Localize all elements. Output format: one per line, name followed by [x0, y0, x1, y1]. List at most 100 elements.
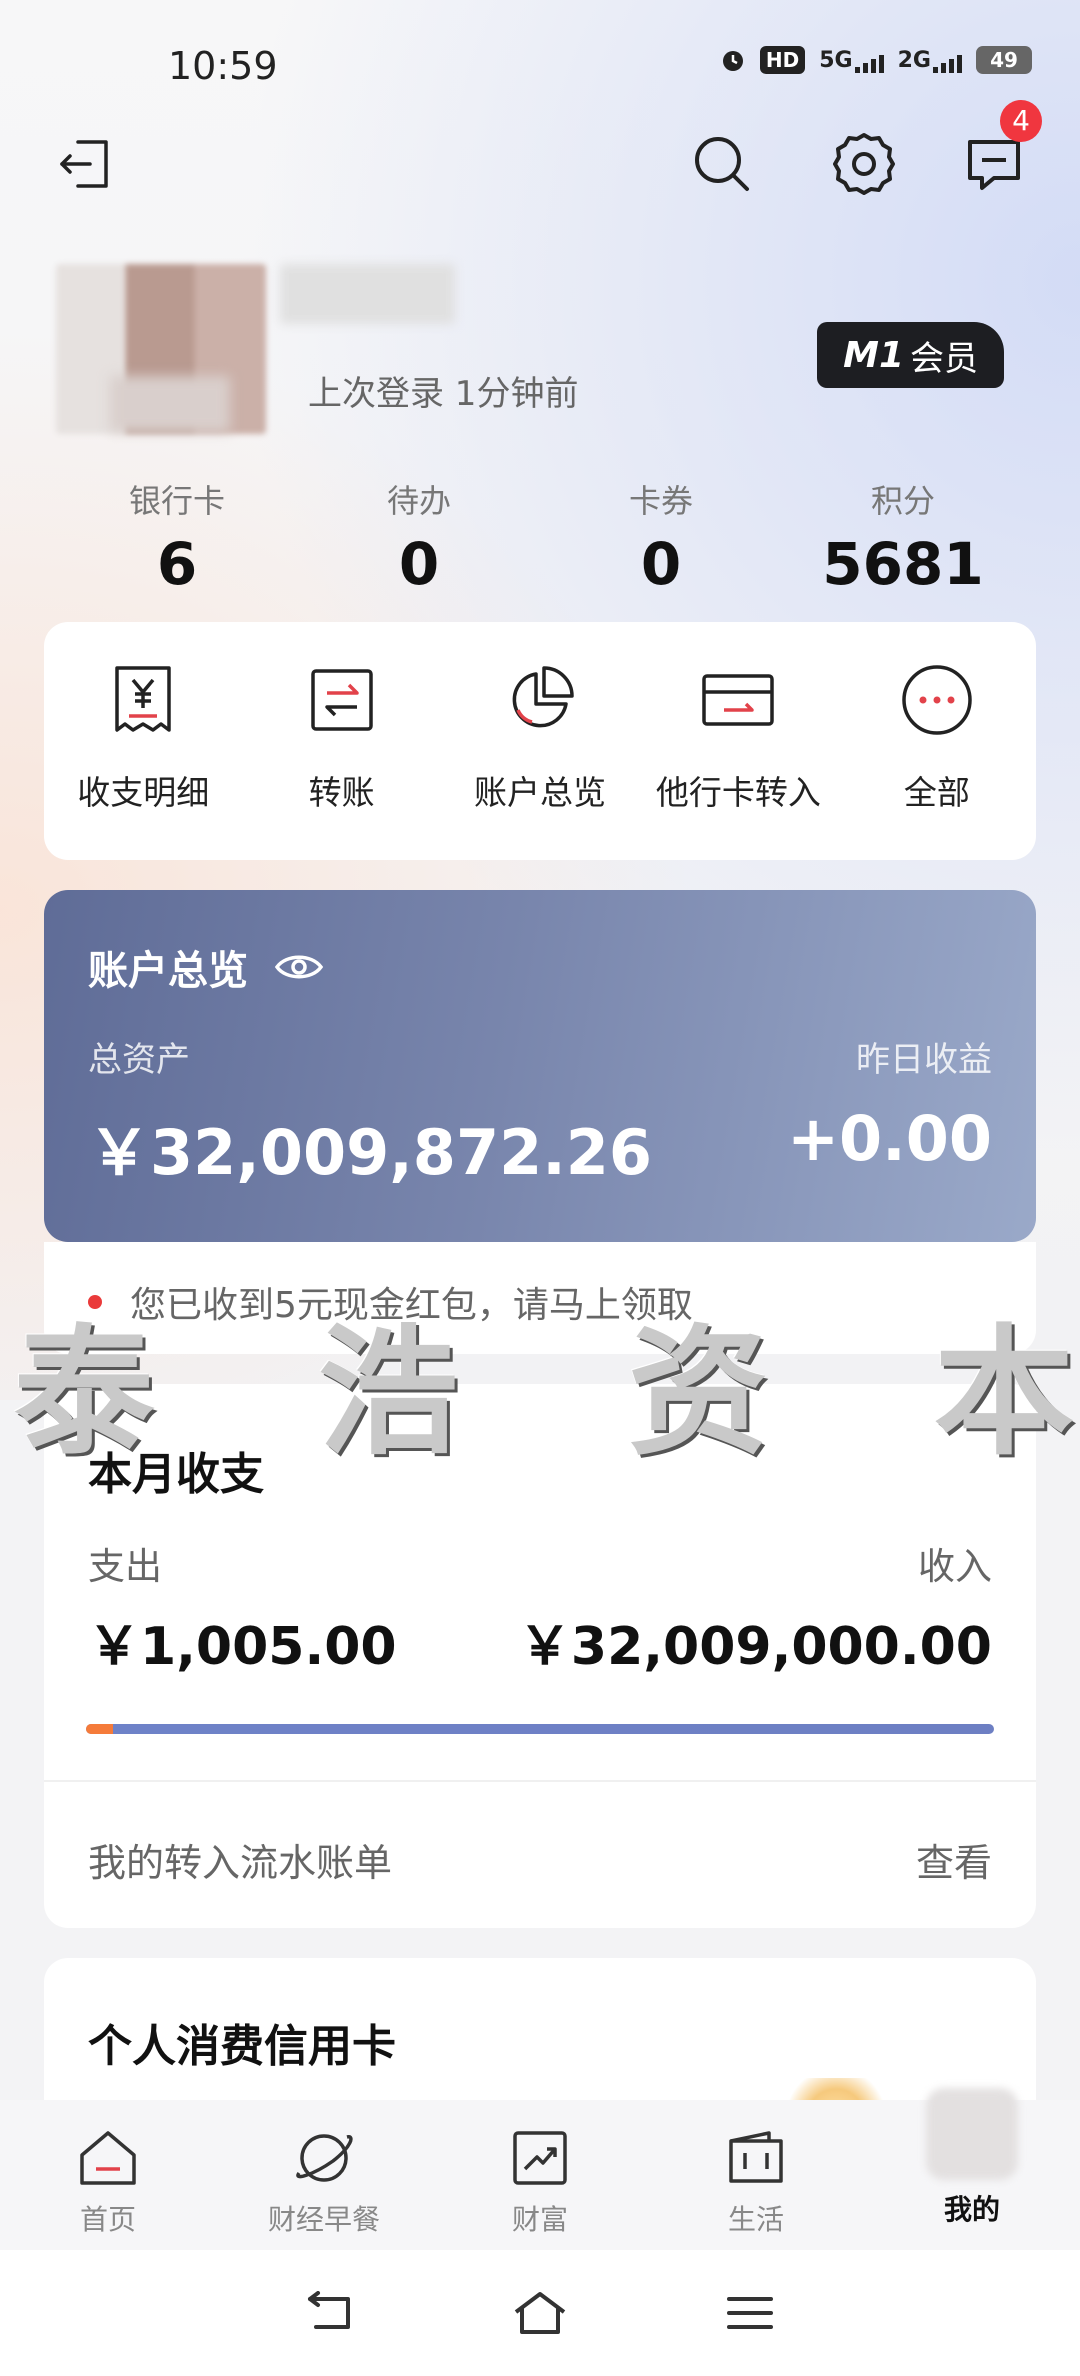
shortcut-label: 收支明细	[77, 773, 210, 812]
back-icon	[308, 2291, 350, 2329]
tab-label: 首页	[79, 2203, 136, 2236]
back-button[interactable]	[46, 124, 126, 204]
home-icon	[80, 2131, 136, 2185]
tab-label: 财经早餐	[267, 2203, 380, 2236]
username	[280, 264, 455, 324]
bottom-tab-bar: 首页 财经早餐 财富 生活 我的	[0, 2088, 1080, 2250]
shortcut-label: 全部	[903, 773, 970, 812]
exit-icon	[60, 140, 108, 188]
stat-label: 银行卡	[128, 482, 225, 520]
stat-value: 0	[640, 530, 682, 598]
red-packet-notice[interactable]: 您已收到5元现金红包，请马上领取	[44, 1242, 1036, 1354]
avatar	[926, 2088, 1018, 2180]
stat-label: 积分	[870, 482, 935, 520]
shortcut-label: 转账	[308, 773, 375, 812]
shortcut-label: 他行卡转入	[655, 773, 821, 812]
planet-icon	[296, 2134, 353, 2182]
network-5g: 5G	[819, 48, 884, 73]
income-value: ￥32,009,000.00	[518, 1617, 992, 1677]
menu-icon	[727, 2297, 773, 2329]
transfer-icon	[310, 669, 373, 731]
overview-title: 账户总览	[88, 938, 324, 996]
hd-icon: HD	[759, 46, 806, 74]
message-badge: 4	[1000, 100, 1042, 142]
tab-label: 生活	[727, 2203, 784, 2236]
stat-value: 5681	[822, 530, 984, 598]
status-time: 10:59	[168, 44, 278, 88]
yesterday-income-value: +0.00	[787, 1102, 992, 1175]
tab-label: 财富	[511, 2203, 568, 2236]
credit-card-title: 个人消费信用卡	[88, 2021, 396, 2072]
stat-coupons[interactable]: 卡券 0	[540, 476, 782, 598]
shortcuts-card: 收支明细 转账 账户总览 他行卡转入 全部	[44, 622, 1036, 860]
shortcut-other-bank[interactable]: 他行卡转入	[639, 660, 837, 860]
more-icon	[902, 665, 972, 735]
messages-button[interactable]: 4	[954, 100, 1042, 204]
stat-value: 6	[156, 530, 198, 598]
search-button[interactable]	[682, 124, 762, 204]
tab-label: 我的	[943, 2193, 1000, 2226]
monthly-summary-card: 本月收支 支出 收入 ￥1,005.00 ￥32,009,000.00 我的转入…	[44, 1384, 1036, 1928]
status-icons: HD 5G 2G 49	[720, 46, 1032, 74]
credit-card-section[interactable]: 个人消费信用卡	[44, 1958, 1036, 2118]
view-link[interactable]: 查看	[916, 1832, 992, 1887]
watermark-char: 浩	[318, 1311, 459, 1475]
search-icon	[695, 137, 749, 191]
income-expense-bar	[86, 1724, 994, 1734]
stat-bank-cards[interactable]: 银行卡 6	[56, 476, 298, 598]
watermark-char: 资	[628, 1311, 769, 1475]
member-label: 会员	[910, 338, 978, 379]
signal-icon	[854, 54, 884, 73]
pie-chart-icon	[512, 666, 574, 728]
member-badge[interactable]: M1 会员	[817, 322, 1004, 388]
home-icon	[514, 2292, 566, 2334]
network-2g: 2G	[898, 48, 962, 73]
tab-life[interactable]: 生活	[648, 2126, 864, 2250]
yesterday-income-label: 昨日收益	[856, 1040, 992, 1080]
eye-icon[interactable]	[274, 951, 324, 983]
shortcut-label: 账户总览	[474, 773, 607, 812]
trend-chart-icon	[513, 2131, 567, 2185]
battery-icon: 49	[976, 46, 1032, 74]
watermark-char: 泰	[14, 1311, 155, 1475]
stats-row: 银行卡 6 待办 0 卡券 0 积分 5681	[56, 476, 1024, 598]
card-icon	[702, 674, 775, 726]
watermark-char: 本	[934, 1311, 1075, 1475]
tab-mine[interactable]: 我的	[864, 2088, 1080, 2250]
gear-icon	[833, 133, 895, 195]
tab-home[interactable]: 首页	[0, 2126, 216, 2250]
transfer-flow-label[interactable]: 我的转入流水账单	[88, 1832, 392, 1887]
message-icon	[968, 140, 1020, 190]
stat-todo[interactable]: 待办 0	[298, 476, 540, 598]
shortcut-overview[interactable]: 账户总览	[441, 660, 639, 860]
expense-bar-segment	[86, 1724, 114, 1734]
shortcut-transactions[interactable]: 收支明细	[44, 660, 242, 860]
total-assets-value: ￥32,009,872.26	[88, 1116, 653, 1189]
signal-icon	[933, 54, 962, 73]
divider	[44, 1780, 1036, 1782]
stat-label: 卡券	[628, 482, 693, 520]
total-assets-label: 总资产	[88, 1040, 190, 1080]
tab-wealth[interactable]: 财富	[432, 2126, 648, 2250]
last-login-text: 上次登录 1分钟前	[308, 374, 579, 414]
system-back-button[interactable]	[295, 2278, 365, 2348]
system-menu-button[interactable]	[715, 2278, 785, 2348]
wallet-icon	[729, 2131, 783, 2183]
expense-value: ￥1,005.00	[88, 1617, 397, 1677]
system-nav-bar	[0, 2250, 1080, 2376]
expense-label: 支出	[88, 1545, 162, 1588]
tab-finance-news[interactable]: 财经早餐	[216, 2126, 432, 2250]
stat-points[interactable]: 积分 5681	[782, 476, 1024, 598]
stat-label: 待办	[386, 482, 451, 520]
alarm-icon	[722, 51, 743, 71]
income-label: 收入	[918, 1545, 992, 1588]
stat-value: 0	[398, 530, 440, 598]
shortcut-transfer[interactable]: 转账	[242, 660, 440, 860]
account-overview-card[interactable]: 账户总览 总资产 ￥32,009,872.26 昨日收益 +0.00	[44, 890, 1036, 1242]
settings-button[interactable]	[824, 124, 904, 204]
shortcut-all[interactable]: 全部	[838, 660, 1036, 860]
receipt-icon	[115, 666, 171, 732]
avatar-blur	[110, 376, 230, 432]
system-home-button[interactable]	[505, 2278, 575, 2348]
member-tier: M1	[843, 334, 904, 376]
